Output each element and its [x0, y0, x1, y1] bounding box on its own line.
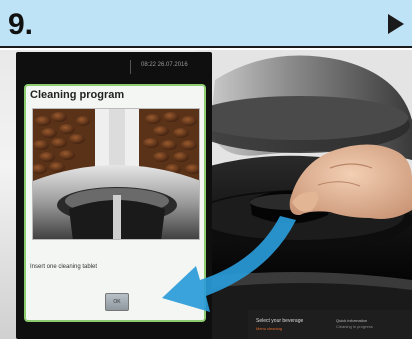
status-divider — [130, 60, 131, 74]
instruction-text: Insert one cleaning tablet — [30, 264, 98, 270]
status-bar: 08:22 26.07.2016 — [16, 52, 212, 82]
machine-display-subtitle: Menu cleaning — [256, 326, 283, 331]
machine-display: Select your beverage Menu cleaning Quick… — [248, 310, 412, 339]
play-triangle-icon[interactable] — [388, 14, 404, 34]
machine-display-title: Select your beverage — [256, 318, 304, 324]
machine-display-info-title: Quick information — [336, 318, 368, 323]
status-datetime: 08:22 26.07.2016 — [141, 62, 188, 68]
control-panel-device: 08:22 26.07.2016 Cleaning program Insert… — [16, 52, 212, 339]
beans-illustration — [33, 109, 199, 239]
step-header: 9. — [0, 0, 412, 48]
coffee-beans-grinder-photo — [32, 108, 200, 240]
screen-title: Cleaning program — [30, 89, 125, 101]
machine-display-info-subtitle: Cleaning in progress — [336, 324, 373, 329]
machine-photo: 08:22 26.07.2016 Cleaning program Insert… — [0, 50, 412, 339]
touch-screen: Cleaning program Insert one cleaning tab… — [24, 84, 206, 322]
step-number: 9. — [8, 8, 34, 41]
ok-button[interactable]: OK — [105, 293, 129, 311]
instruction-step-panel: 9. 08:22 26.07.2016 Cleaning program Ins… — [0, 0, 412, 339]
